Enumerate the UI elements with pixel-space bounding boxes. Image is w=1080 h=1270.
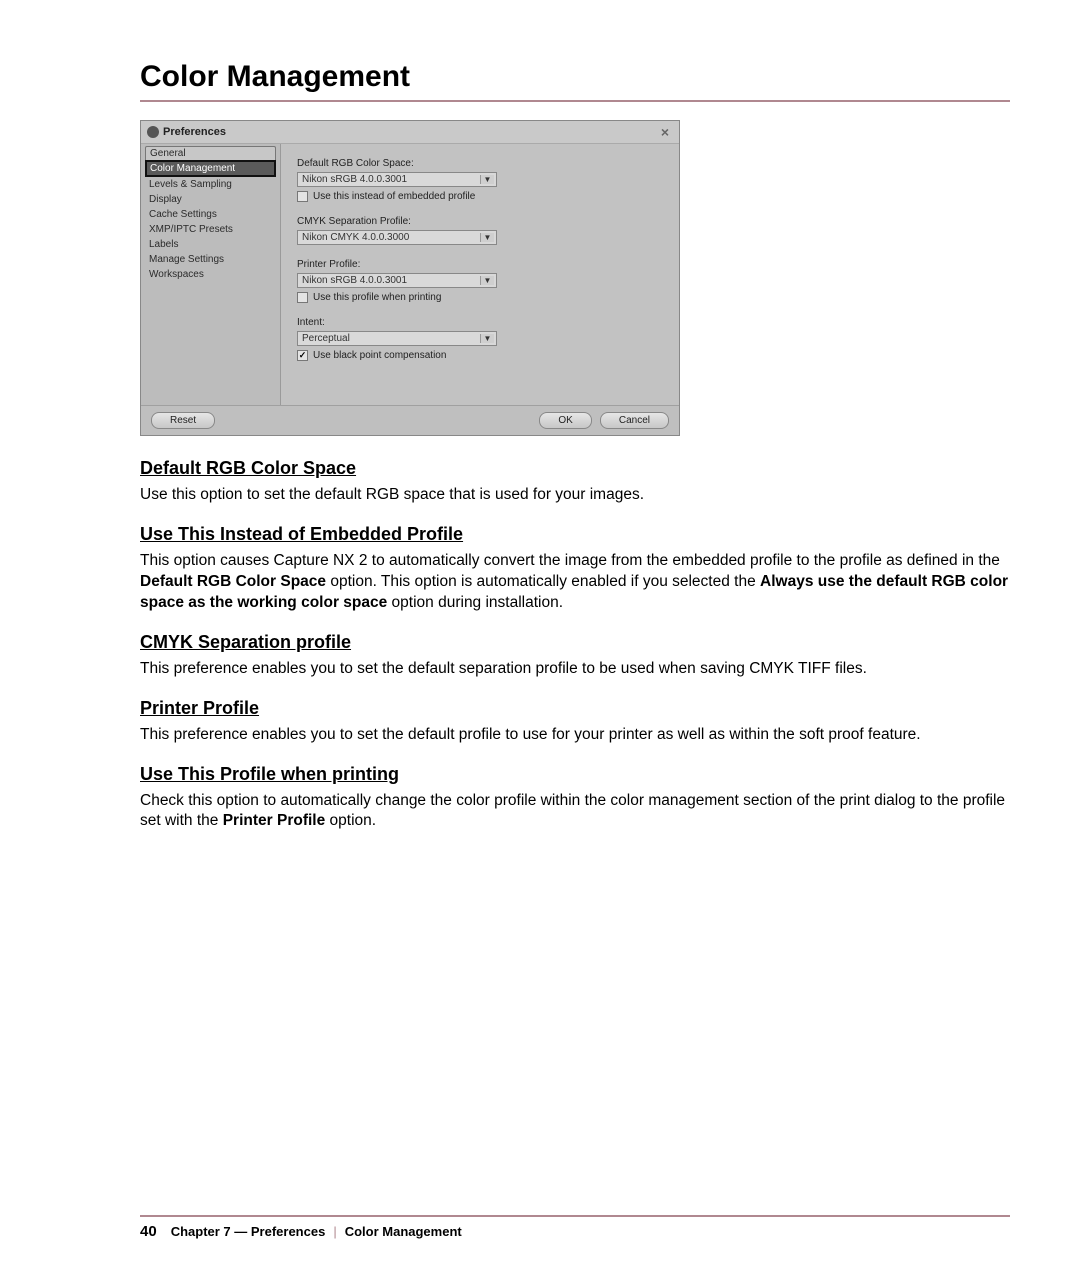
use-profile-printing-checkbox[interactable]	[297, 292, 308, 303]
chevron-down-icon: ▼	[480, 276, 494, 285]
section-body-cmyk: This preference enables you to set the d…	[140, 659, 1010, 680]
intent-label: Intent:	[297, 317, 663, 328]
sidebar-item-general[interactable]: General	[145, 146, 276, 160]
footer-divider: |	[333, 1224, 336, 1239]
rgb-colorspace-select[interactable]: Nikon sRGB 4.0.0.3001 ▼	[297, 172, 497, 187]
sidebar-item-cache-settings[interactable]: Cache Settings	[145, 207, 276, 222]
sidebar-item-labels[interactable]: Labels	[145, 237, 276, 252]
sidebar-item-workspaces[interactable]: Workspaces	[145, 267, 276, 282]
rgb-colorspace-label: Default RGB Color Space:	[297, 158, 663, 169]
section-body-rgb: Use this option to set the default RGB s…	[140, 485, 1010, 506]
chevron-down-icon: ▼	[480, 175, 494, 184]
printer-profile-value: Nikon sRGB 4.0.0.3001	[302, 275, 407, 286]
intent-value: Perceptual	[302, 333, 350, 344]
category-sidebar: General Color Management Levels & Sampli…	[141, 144, 281, 405]
app-icon	[147, 126, 159, 138]
footer-topic: Color Management	[345, 1224, 462, 1239]
use-instead-embedded-label: Use this instead of embedded profile	[313, 191, 475, 202]
footer-chapter: Chapter 7 — Preferences	[171, 1224, 326, 1239]
chevron-down-icon: ▼	[480, 233, 494, 242]
page-footer: 40 Chapter 7 — Preferences | Color Manag…	[0, 1215, 1080, 1240]
section-heading-embed: Use This Instead of Embedded Profile	[140, 524, 1010, 545]
dialog-titlebar: Preferences ×	[141, 121, 679, 144]
cmyk-profile-value: Nikon CMYK 4.0.0.3000	[302, 232, 409, 243]
use-instead-embedded-checkbox[interactable]	[297, 191, 308, 202]
chevron-down-icon: ▼	[480, 334, 494, 343]
sidebar-item-display[interactable]: Display	[145, 192, 276, 207]
preferences-dialog: Preferences × General Color Management L…	[140, 120, 680, 436]
sidebar-item-xmp-iptc[interactable]: XMP/IPTC Presets	[145, 222, 276, 237]
dialog-title: Preferences	[163, 126, 226, 138]
black-point-comp-label: Use black point compensation	[313, 350, 446, 361]
ok-button[interactable]: OK	[539, 412, 591, 429]
section-heading-printer: Printer Profile	[140, 698, 1010, 719]
cmyk-profile-select[interactable]: Nikon CMYK 4.0.0.3000 ▼	[297, 230, 497, 245]
section-heading-rgb: Default RGB Color Space	[140, 458, 1010, 479]
section-body-embed: This option causes Capture NX 2 to autom…	[140, 551, 1010, 614]
title-rule	[140, 100, 1010, 102]
use-profile-printing-label: Use this profile when printing	[313, 292, 441, 303]
page-number: 40	[140, 1223, 157, 1240]
reset-button[interactable]: Reset	[151, 412, 215, 429]
sidebar-item-manage-settings[interactable]: Manage Settings	[145, 252, 276, 267]
sidebar-item-levels-sampling[interactable]: Levels & Sampling	[145, 177, 276, 192]
rgb-colorspace-value: Nikon sRGB 4.0.0.3001	[302, 174, 407, 185]
dialog-main-panel: Default RGB Color Space: Nikon sRGB 4.0.…	[281, 144, 679, 405]
close-icon[interactable]: ×	[657, 124, 673, 140]
cancel-button[interactable]: Cancel	[600, 412, 669, 429]
sidebar-item-color-management[interactable]: Color Management	[145, 160, 276, 177]
section-heading-use-print: Use This Profile when printing	[140, 764, 1010, 785]
intent-select[interactable]: Perceptual ▼	[297, 331, 497, 346]
printer-profile-label: Printer Profile:	[297, 259, 663, 270]
black-point-comp-checkbox[interactable]	[297, 350, 308, 361]
cmyk-profile-label: CMYK Separation Profile:	[297, 216, 663, 227]
printer-profile-select[interactable]: Nikon sRGB 4.0.0.3001 ▼	[297, 273, 497, 288]
dialog-footer: Reset OK Cancel	[141, 405, 679, 435]
page-title: Color Management	[140, 60, 1010, 94]
section-body-use-print: Check this option to automatically chang…	[140, 791, 1010, 833]
section-body-printer: This preference enables you to set the d…	[140, 725, 1010, 746]
section-heading-cmyk: CMYK Separation profile	[140, 632, 1010, 653]
